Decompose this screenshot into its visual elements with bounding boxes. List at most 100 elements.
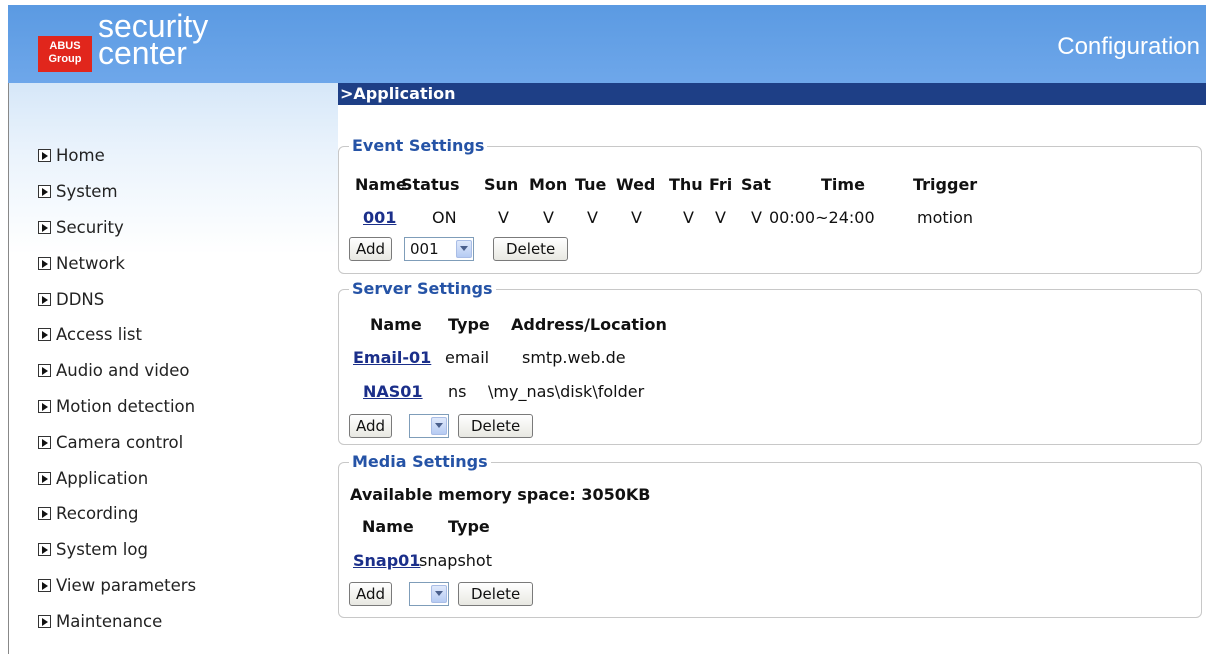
header-status: Status bbox=[401, 175, 460, 194]
event-select[interactable]: 001 bbox=[404, 237, 474, 261]
sidebar-item-label: Security bbox=[56, 217, 124, 237]
event-settings-legend: Event Settings bbox=[349, 136, 488, 155]
arrow-right-icon bbox=[38, 543, 51, 557]
logo-line-2: Group bbox=[48, 53, 82, 65]
sidebar-item-label: Audio and video bbox=[56, 361, 190, 381]
server-delete-button[interactable]: Delete bbox=[458, 414, 534, 438]
sidebar-item-view-parameters[interactable]: View parameters bbox=[38, 568, 196, 604]
sidebar-item-label: Home bbox=[56, 146, 105, 166]
sidebar-item-camera-control[interactable]: Camera control bbox=[38, 424, 196, 460]
abus-logo: ABUS Group bbox=[38, 36, 92, 72]
event-fri: V bbox=[715, 208, 726, 227]
event-trigger: motion bbox=[917, 208, 974, 227]
header-name: Name bbox=[362, 517, 414, 536]
arrow-right-icon bbox=[38, 220, 51, 234]
event-delete-button[interactable]: Delete bbox=[493, 237, 569, 261]
header-tue: Tue bbox=[575, 175, 607, 194]
media-settings-panel: Media Settings Available memory space: 3… bbox=[338, 452, 1202, 618]
sidebar-item-system[interactable]: System bbox=[38, 174, 196, 210]
brand-wordmark: security center bbox=[98, 10, 208, 71]
header-fri: Fri bbox=[709, 175, 733, 194]
sidebar-item-label: Maintenance bbox=[56, 611, 163, 631]
header-address: Address/Location bbox=[511, 315, 667, 334]
server-address: \my_nas\disk\folder bbox=[488, 382, 645, 401]
server-link-nas01[interactable]: NAS01 bbox=[363, 382, 423, 401]
sidebar-item-recording[interactable]: Recording bbox=[38, 496, 196, 532]
event-sun: V bbox=[498, 208, 509, 227]
logo-line-1: ABUS bbox=[49, 40, 81, 52]
server-address: smtp.web.de bbox=[522, 348, 626, 367]
brand-line-2: center bbox=[98, 35, 187, 71]
sidebar-item-label: View parameters bbox=[56, 575, 197, 595]
sidebar-item-label: Network bbox=[56, 253, 125, 273]
section-title-bar: >Application bbox=[338, 83, 1206, 105]
page-title: Configuration bbox=[1057, 33, 1200, 60]
arrow-right-icon bbox=[38, 149, 51, 163]
sidebar-item-label: DDNS bbox=[56, 289, 105, 309]
sidebar-item-label: Camera control bbox=[56, 432, 184, 452]
media-link-snap01[interactable]: Snap01 bbox=[353, 551, 420, 570]
header-sun: Sun bbox=[484, 175, 519, 194]
header-name: Name bbox=[355, 175, 407, 194]
sidebar-item-security[interactable]: Security bbox=[38, 210, 196, 246]
server-type: ns bbox=[448, 382, 467, 401]
event-settings-panel: Event Settings Name Status Sun Mon Tue W… bbox=[338, 136, 1202, 274]
event-thu: V bbox=[683, 208, 694, 227]
sidebar-item-label: Access list bbox=[56, 325, 142, 345]
sidebar-nav: Home System Security Network DDNS Access… bbox=[38, 138, 196, 639]
sidebar-item-label: Recording bbox=[56, 504, 139, 524]
sidebar-item-maintenance[interactable]: Maintenance bbox=[38, 603, 196, 639]
arrow-right-icon bbox=[38, 435, 51, 449]
sidebar-item-label: System log bbox=[56, 540, 148, 560]
server-settings-panel: Server Settings Name Type Address/Locati… bbox=[338, 279, 1202, 445]
media-type: snapshot bbox=[419, 551, 492, 570]
arrow-right-icon bbox=[38, 399, 51, 413]
header-thu: Thu bbox=[669, 175, 703, 194]
event-tue: V bbox=[587, 208, 598, 227]
media-add-button[interactable]: Add bbox=[349, 582, 393, 606]
arrow-right-icon bbox=[38, 185, 51, 199]
sidebar-item-home[interactable]: Home bbox=[38, 138, 196, 174]
event-link-001[interactable]: 001 bbox=[363, 208, 396, 227]
sidebar-left-border bbox=[8, 83, 9, 654]
header-time: Time bbox=[821, 175, 865, 194]
arrow-right-icon bbox=[38, 256, 51, 270]
chevron-down-icon bbox=[456, 240, 472, 258]
header-type: Type bbox=[448, 517, 490, 536]
media-delete-button[interactable]: Delete bbox=[458, 582, 534, 606]
event-add-button[interactable]: Add bbox=[349, 237, 393, 261]
sidebar-item-ddns[interactable]: DDNS bbox=[38, 281, 196, 317]
chevron-down-icon bbox=[431, 417, 447, 435]
media-select[interactable] bbox=[409, 582, 449, 606]
server-type: email bbox=[445, 348, 490, 367]
event-time: 00:00~24:00 bbox=[769, 208, 875, 227]
sidebar-item-application[interactable]: Application bbox=[38, 460, 196, 496]
event-wed: V bbox=[631, 208, 642, 227]
event-status: ON bbox=[432, 208, 457, 227]
header-type: Type bbox=[448, 315, 490, 334]
server-settings-legend: Server Settings bbox=[349, 279, 496, 298]
sidebar-item-label: Motion detection bbox=[56, 396, 196, 416]
chevron-down-icon bbox=[431, 585, 447, 603]
event-sat: V bbox=[751, 208, 762, 227]
arrow-right-icon bbox=[38, 507, 51, 521]
media-settings-legend: Media Settings bbox=[349, 452, 491, 471]
arrow-right-icon bbox=[38, 292, 51, 306]
event-mon: V bbox=[543, 208, 554, 227]
sidebar-item-network[interactable]: Network bbox=[38, 245, 196, 281]
arrow-right-icon bbox=[38, 471, 51, 485]
sidebar-item-system-log[interactable]: System log bbox=[38, 532, 196, 568]
header-name: Name bbox=[370, 315, 422, 334]
header-trigger: Trigger bbox=[913, 175, 978, 194]
header-wed: Wed bbox=[616, 175, 656, 194]
arrow-right-icon bbox=[38, 614, 51, 628]
sidebar-item-audio-video[interactable]: Audio and video bbox=[38, 353, 196, 389]
server-link-email-01[interactable]: Email-01 bbox=[353, 348, 431, 367]
sidebar-item-access-list[interactable]: Access list bbox=[38, 317, 196, 353]
sidebar-item-label: System bbox=[56, 182, 118, 202]
server-add-button[interactable]: Add bbox=[349, 414, 393, 438]
sidebar-item-motion-detection[interactable]: Motion detection bbox=[38, 389, 196, 425]
server-select[interactable] bbox=[409, 414, 449, 438]
arrow-right-icon bbox=[38, 328, 51, 342]
sidebar-item-label: Application bbox=[56, 468, 149, 488]
